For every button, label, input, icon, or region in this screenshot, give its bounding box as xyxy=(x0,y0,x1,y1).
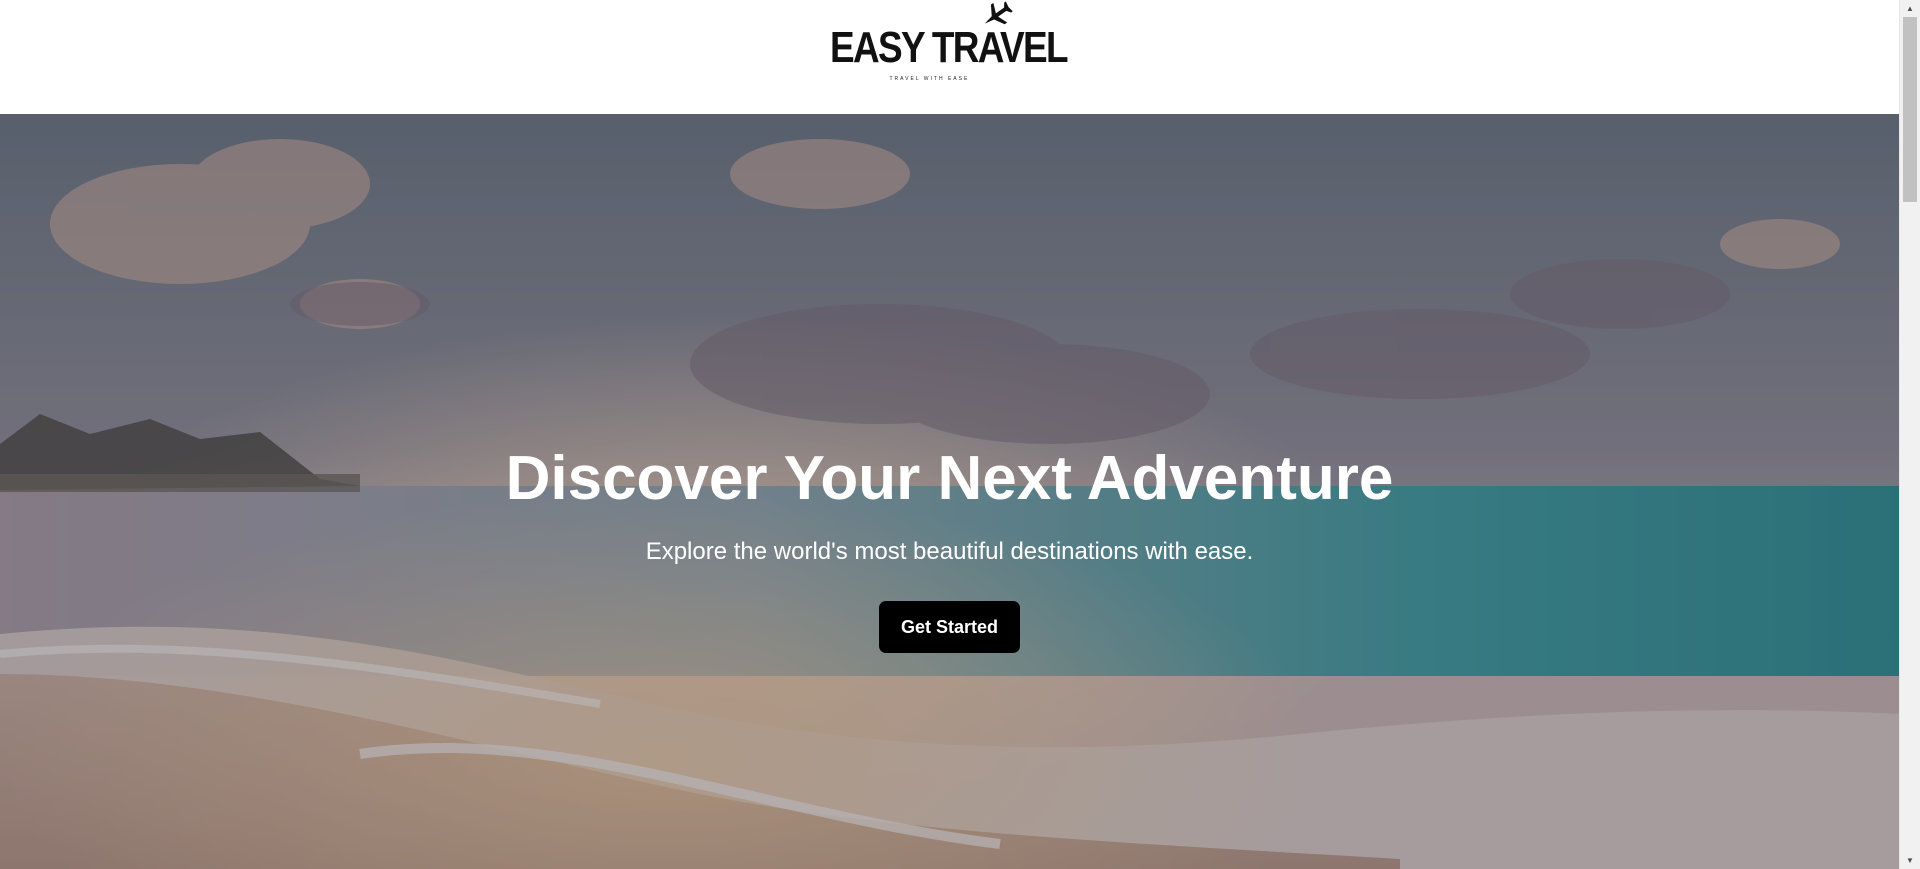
scroll-up-arrow-icon[interactable]: ▲ xyxy=(1900,0,1920,17)
page-scrollbar[interactable]: ▲ ▼ xyxy=(1899,0,1920,869)
get-started-button[interactable]: Get Started xyxy=(879,601,1020,653)
page: EASY TRAVEL TRAVEL WITH EASE Discover Yo… xyxy=(0,0,1899,869)
logo-wordmark: EASY TRAVEL xyxy=(829,23,1069,72)
hero-section: Discover Your Next Adventure Explore the… xyxy=(0,114,1899,869)
logo-tagline: TRAVEL WITH EASE xyxy=(889,76,970,82)
scroll-down-arrow-icon[interactable]: ▼ xyxy=(1900,852,1920,869)
site-logo[interactable]: EASY TRAVEL TRAVEL WITH EASE xyxy=(830,0,1068,84)
scrollbar-thumb[interactable] xyxy=(1903,17,1917,202)
hero-subtitle: Explore the world's most beautiful desti… xyxy=(645,538,1254,565)
hero-title: Discover Your Next Adventure xyxy=(505,444,1394,513)
hero-content: Discover Your Next Adventure Explore the… xyxy=(0,114,1899,869)
site-header: EASY TRAVEL TRAVEL WITH EASE xyxy=(0,0,1899,114)
